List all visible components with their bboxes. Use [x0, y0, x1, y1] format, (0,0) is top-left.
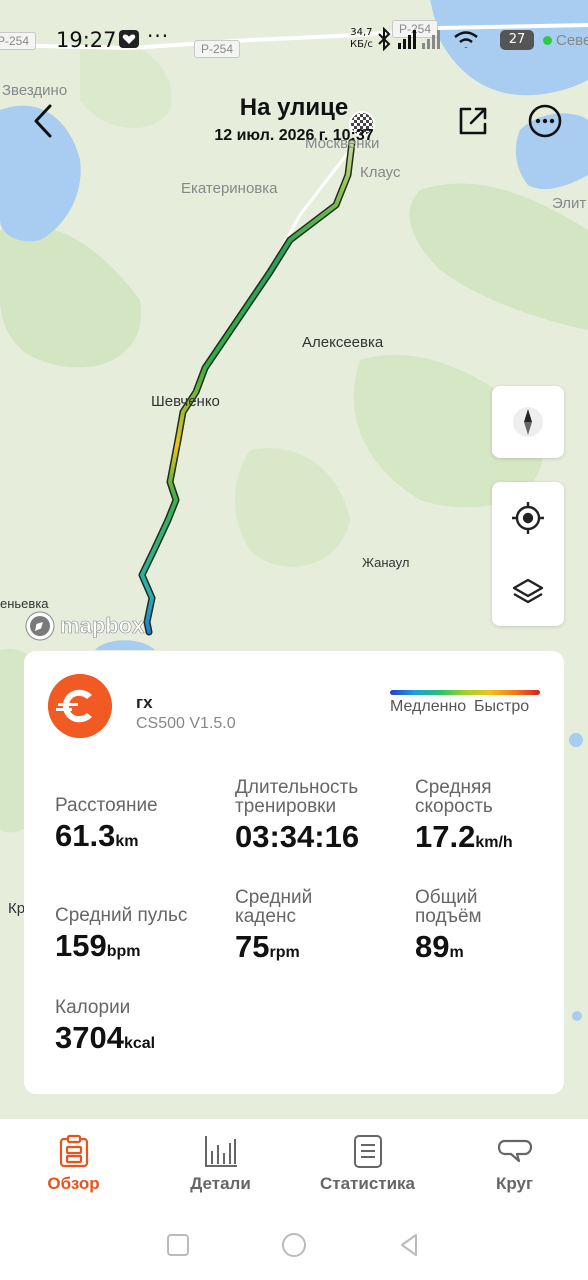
system-back-button[interactable] [396, 1231, 424, 1259]
status-bar: 19:27 ··· 34,7 КБ/с 27 Севе [0, 0, 588, 80]
recents-button[interactable] [164, 1231, 192, 1259]
network-speed-value: 34,7 [350, 27, 373, 38]
tab-label: Детали [190, 1174, 251, 1193]
stat-value: 61.3 [55, 818, 116, 853]
speed-legend-bar [390, 690, 540, 695]
map-label-enevka: еньевка [0, 596, 49, 611]
stat-label: Средняя скорость [415, 777, 493, 817]
speed-legend-fast: Быстро [474, 698, 530, 715]
map-label-alekseevka: Алексеевка [302, 334, 384, 351]
tab-label: Круг [495, 1174, 534, 1193]
overview-icon [59, 1134, 89, 1168]
wifi-icon [454, 31, 478, 48]
stat-avg-cadence: Средний каденс 75rpm [235, 888, 312, 965]
mapbox-wordmark: mapbox [60, 613, 145, 639]
stat-avg-speed: Средняя скорость 17.2km/h [415, 778, 513, 855]
device-name: гх [136, 693, 153, 712]
compass-button[interactable] [492, 386, 564, 458]
map-label-seve: Севе [556, 32, 588, 49]
map-label-shevchenko: Шевченко [151, 393, 220, 410]
health-app-icon [119, 30, 139, 48]
pond [572, 1011, 582, 1021]
privacy-dot [543, 36, 552, 45]
tab-label: Статистика [319, 1174, 416, 1193]
stat-label: Длительность тренировки [235, 777, 359, 817]
stat-value: 89 [415, 929, 450, 964]
stat-value: 03:34:16 [235, 819, 360, 854]
stat-distance: Расстояние 61.3km [55, 796, 158, 854]
page-title: На улице [239, 94, 349, 121]
connectivity-icons [378, 27, 478, 52]
stat-value: 159 [55, 928, 107, 963]
locate-icon [512, 502, 544, 534]
map-label-kr: Кр [8, 900, 26, 917]
share-icon [459, 107, 487, 135]
tab-details[interactable]: Детали [147, 1119, 294, 1209]
list-icon [354, 1135, 382, 1168]
map-layers-button[interactable] [492, 554, 564, 626]
workout-date: 12 июл. 2026 г. 10:37 [214, 127, 374, 144]
network-speed-unit: КБ/с [350, 39, 373, 50]
stat-unit: rpm [269, 944, 300, 961]
signal-icon [398, 30, 416, 49]
stat-unit: kcal [123, 1035, 156, 1052]
map-label-zhanaaul: Жанаул [362, 555, 410, 570]
locate-button[interactable] [492, 482, 564, 554]
map-label-elit: Элит [552, 195, 587, 212]
map-label-klaus: Клаус [360, 164, 401, 181]
system-navigation-bar [0, 1209, 588, 1280]
more-notifications-icon: ··· [147, 24, 170, 48]
device-model: CS500 V1.5.0 [136, 715, 236, 732]
stat-unit: m [449, 944, 464, 961]
map-label-ekaterinovka: Екатериновка [181, 180, 278, 197]
bottom-tab-bar: Обзор Детали Статистика Круг [0, 1119, 588, 1209]
home-button[interactable] [279, 1230, 309, 1260]
pond [569, 733, 583, 747]
stat-unit: km [115, 833, 139, 850]
device-logo [48, 674, 112, 738]
stat-value: 17.2 [415, 819, 476, 854]
stat-label: Средний каденс [235, 887, 313, 927]
stat-label: Общий подъём [415, 887, 482, 927]
stat-value: 75 [235, 929, 270, 964]
stat-unit: km/h [475, 834, 513, 851]
network-speed: 34,7 КБ/с [350, 27, 373, 51]
more-options-button[interactable] [527, 103, 563, 139]
chart-icon [205, 1136, 237, 1167]
map-controls-group [492, 482, 564, 626]
battery-indicator: 27 [500, 30, 534, 50]
layers-icon [512, 578, 544, 604]
tab-overview[interactable]: Обзор [0, 1119, 147, 1209]
workout-summary-card: гх CS500 V1.5.0 Медленно Быстро Расстоян… [24, 651, 564, 1094]
stat-duration: Длительность тренировки 03:34:16 [235, 778, 359, 855]
stat-label: Расстояние [55, 795, 158, 816]
mapbox-logo-icon [25, 611, 55, 641]
bluetooth-icon [378, 27, 391, 52]
signal-2-icon [422, 30, 440, 49]
stat-calories: Калории 3704kcal [55, 998, 155, 1056]
stat-elevation-gain: Общий подъём 89m [415, 888, 482, 965]
stat-value: 3704 [55, 1020, 124, 1055]
stat-avg-heart-rate: Средний пульс 159bpm [55, 906, 187, 964]
tab-statistics[interactable]: Статистика [294, 1119, 441, 1209]
mapbox-attribution: mapbox [24, 610, 145, 642]
lap-icon [497, 1139, 533, 1163]
status-time: 19:27 [56, 28, 117, 52]
share-button[interactable] [456, 104, 490, 138]
speed-legend-slow: Медленно [390, 698, 467, 715]
stat-unit: bpm [106, 943, 141, 960]
tab-lap[interactable]: Круг [441, 1119, 588, 1209]
stat-label: Калории [55, 997, 131, 1018]
compass-icon [513, 407, 543, 437]
tab-label: Обзор [47, 1174, 100, 1193]
stat-label: Средний пульс [55, 905, 188, 926]
